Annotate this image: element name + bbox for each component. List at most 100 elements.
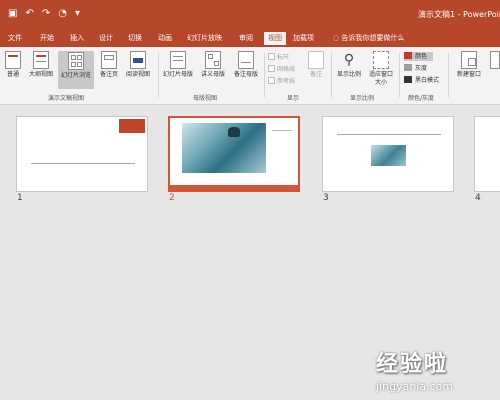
show-group-label: 显示: [287, 95, 300, 102]
separator: [264, 53, 265, 97]
tab-transitions[interactable]: 切换: [128, 32, 142, 45]
tab-addins[interactable]: 加载项: [293, 32, 314, 45]
tab-insert[interactable]: 插入: [70, 32, 84, 45]
notes-label: 备注: [309, 71, 322, 78]
gridlines-checkbox[interactable]: 网格线: [268, 65, 295, 74]
undo-icon[interactable]: ↶: [25, 8, 33, 20]
watermark: 经验啦 jingyanla.com: [376, 346, 453, 393]
black-white-swatch-icon: [404, 76, 412, 83]
customize-qat-icon[interactable]: ▾: [75, 8, 80, 20]
window-title: 演示文稿1 - PowerPoint: [418, 10, 500, 19]
tell-me-box[interactable]: ◌ 告诉我你想要做什么: [333, 32, 404, 45]
slide-number: 2: [169, 193, 175, 203]
notes-master-button[interactable]: 备注母版: [231, 51, 261, 79]
slide-number: 1: [17, 193, 23, 203]
tab-design[interactable]: 设计: [99, 32, 113, 45]
arrange-all-button[interactable]: [490, 51, 500, 69]
slide-thumbnail[interactable]: [16, 116, 148, 192]
tab-home[interactable]: 开始: [40, 32, 54, 45]
zoom-label: 显示比例: [336, 71, 361, 78]
notes-master-label: 备注母版: [233, 71, 258, 78]
title-bar: ▣ ↶ ↷ ◔ ▾ 演示文稿1 - PowerPoint: [0, 0, 500, 30]
notes-icon: [308, 51, 324, 69]
water-photo: [182, 123, 266, 173]
footer-bar: [170, 185, 298, 190]
notes-master-icon: [238, 51, 254, 69]
slide-thumbnail[interactable]: [322, 116, 454, 192]
slide-master-button[interactable]: 幻灯片母版: [161, 51, 195, 79]
reading-view-button[interactable]: 阅读视图: [124, 51, 152, 79]
new-window-button[interactable]: 新建窗口: [452, 51, 486, 79]
text-line: [272, 130, 292, 131]
notes-page-icon: [101, 51, 117, 69]
presentation-views-group-label: 演示文稿视图: [48, 95, 85, 102]
fit-to-window-button[interactable]: 适应窗口大小: [367, 51, 395, 87]
outline-view-button[interactable]: 大纲视图: [27, 51, 55, 79]
slide-number: 3: [323, 193, 329, 203]
new-window-label: 新建窗口: [456, 71, 481, 78]
outline-view-label: 大纲视图: [28, 71, 53, 78]
handout-master-label: 讲义母版: [200, 71, 225, 78]
color-option[interactable]: 颜色: [404, 52, 434, 61]
swimmer-figure: [228, 127, 240, 137]
slide-thumbnail[interactable]: [474, 116, 500, 192]
title-line: [31, 163, 135, 164]
zoom-button[interactable]: ⚲ 显示比例: [333, 51, 365, 79]
ruler-checkbox[interactable]: 标尺: [268, 53, 289, 62]
grayscale-option-label: 灰度: [415, 65, 428, 72]
notes-button[interactable]: 备注: [306, 51, 326, 79]
watermark-text: 经验啦: [376, 352, 449, 377]
tab-animations[interactable]: 动画: [158, 32, 172, 45]
outline-view-icon: [33, 51, 49, 69]
slide-sorter-label: 幻灯片浏览: [60, 72, 91, 79]
reading-view-icon: [130, 51, 146, 69]
zoom-group-label: 显示比例: [350, 95, 375, 102]
title-logo-block: [119, 119, 145, 133]
notes-page-label: 备注页: [99, 71, 118, 78]
save-icon[interactable]: ▣: [8, 8, 17, 20]
grayscale-option[interactable]: 灰度: [404, 64, 427, 73]
fit-window-icon: [373, 51, 389, 69]
fit-window-label: 适应窗口大小: [368, 71, 393, 86]
black-white-option-label: 黑白模式: [415, 77, 440, 84]
tab-file[interactable]: 文件: [8, 32, 22, 45]
slide-sorter-icon: [68, 52, 84, 70]
reading-view-label: 阅读视图: [125, 71, 150, 78]
separator: [158, 53, 159, 97]
quick-access-toolbar: ▣ ↶ ↷ ◔ ▾: [8, 8, 80, 20]
slide-number: 4: [475, 193, 481, 203]
title-line: [337, 134, 441, 135]
water-photo: [371, 145, 406, 166]
tab-slideshow[interactable]: 幻灯片放映: [187, 32, 222, 45]
separator: [448, 53, 449, 97]
color-group-label: 颜色/灰度: [408, 95, 435, 102]
master-views-group-label: 母版视图: [193, 95, 218, 102]
tab-view[interactable]: 视图: [264, 32, 286, 45]
notes-page-button[interactable]: 备注页: [97, 51, 121, 79]
normal-view-button[interactable]: 普通: [3, 51, 23, 79]
ribbon-tabs: 文件 开始 插入 设计 切换 动画 幻灯片放映 审阅 视图 加载项 ◌ 告诉我你…: [0, 30, 500, 47]
tab-review[interactable]: 审阅: [239, 32, 253, 45]
handout-master-icon: [205, 51, 221, 69]
normal-view-icon: [5, 51, 21, 69]
separator: [331, 53, 332, 97]
start-from-beginning-icon[interactable]: ◔: [58, 8, 67, 20]
color-swatch-icon: [404, 52, 412, 59]
black-white-option[interactable]: 黑白模式: [404, 76, 439, 85]
handout-master-button[interactable]: 讲义母版: [198, 51, 228, 79]
ribbon-view: 普通 大纲视图 幻灯片浏览 备注页 阅读视图 演示文稿视图 幻灯片母版 讲义母版…: [0, 47, 500, 105]
new-window-icon: [461, 51, 477, 69]
normal-view-label: 普通: [6, 71, 19, 78]
watermark-url: jingyanla.com: [376, 380, 454, 393]
guides-checkbox[interactable]: 参考线: [268, 77, 295, 86]
tell-me-text: 告诉我你想要做什么: [341, 34, 405, 42]
arrange-icon: [490, 51, 500, 69]
slide-sorter-button[interactable]: 幻灯片浏览: [58, 51, 94, 89]
color-option-label: 颜色: [415, 53, 428, 60]
slide-thumbnail-current[interactable]: [168, 116, 300, 192]
redo-icon[interactable]: ↷: [42, 8, 50, 20]
magnifier-icon: ⚲: [343, 52, 355, 68]
slide-master-icon: [170, 51, 186, 69]
slide-master-label: 幻灯片母版: [162, 71, 193, 78]
grayscale-swatch-icon: [404, 64, 412, 71]
